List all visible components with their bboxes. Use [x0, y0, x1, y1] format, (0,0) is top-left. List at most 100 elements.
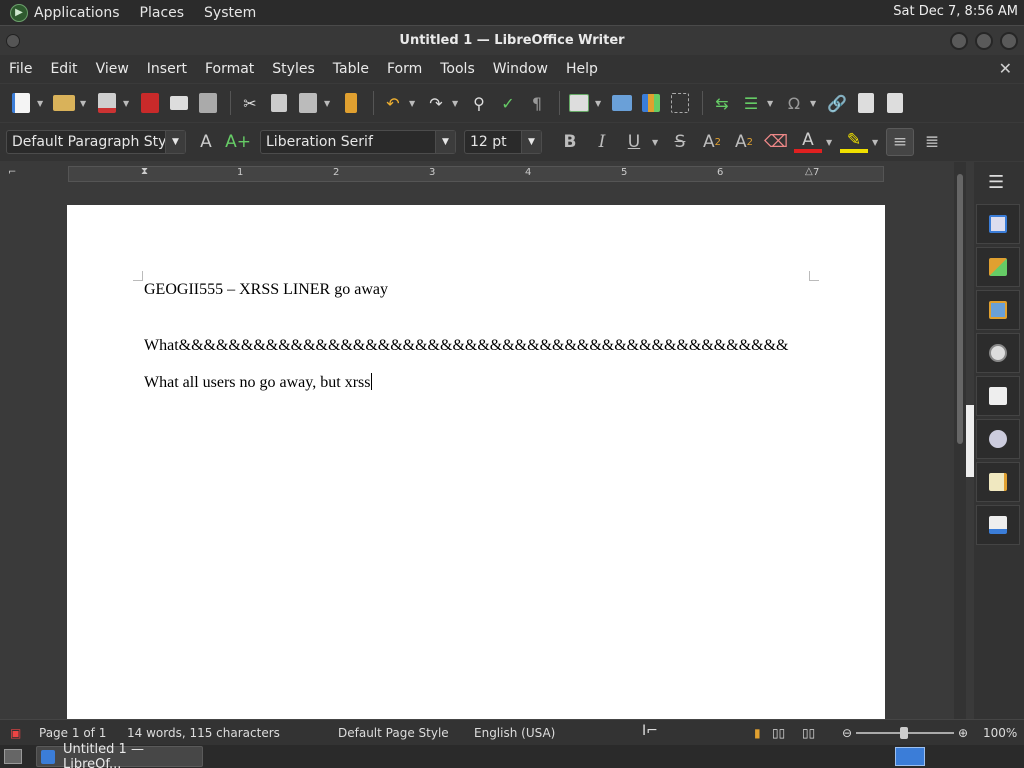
minimize-button[interactable] [950, 32, 968, 50]
left-indent-marker-icon[interactable]: ⧗ [141, 166, 148, 177]
menu-form[interactable]: Form [378, 61, 431, 77]
text-language[interactable]: English (USA) [474, 726, 555, 740]
special-character-icon[interactable]: Ω [781, 90, 807, 116]
document-modified-icon[interactable]: ▣ [10, 726, 21, 740]
menu-edit[interactable]: Edit [41, 61, 86, 77]
menu-view[interactable]: View [87, 61, 138, 77]
maximize-button[interactable] [975, 32, 993, 50]
menu-styles[interactable]: Styles [263, 61, 323, 77]
sidebar-collapse-handle[interactable] [966, 405, 974, 477]
update-style-icon[interactable]: A [192, 128, 220, 156]
insert-endnote-icon[interactable] [882, 90, 908, 116]
open-folder-icon[interactable] [51, 90, 77, 116]
special-char-dropdown-icon[interactable]: ▼ [810, 99, 818, 108]
sidebar-gallery-tab[interactable] [976, 290, 1020, 330]
zoom-slider-handle[interactable] [900, 727, 908, 739]
document-area[interactable]: GEOGII555 – XRSS LINER go away What&&&&&… [0, 186, 954, 719]
document-page[interactable]: GEOGII555 – XRSS LINER go away What&&&&&… [67, 205, 885, 719]
print-preview-icon[interactable] [195, 90, 221, 116]
new-document-icon[interactable] [8, 90, 34, 116]
insert-mode-icon[interactable]: I⌐ [642, 723, 658, 739]
chevron-down-icon[interactable]: ▼ [165, 131, 185, 153]
page-count[interactable]: Page 1 of 1 [39, 726, 106, 740]
scrollbar-thumb[interactable] [957, 174, 963, 444]
menu-format[interactable]: Format [196, 61, 263, 77]
word-count[interactable]: 14 words, 115 characters [127, 726, 280, 740]
new-dropdown-icon[interactable]: ▼ [37, 99, 45, 108]
formatting-marks-icon[interactable]: ¶ [524, 90, 550, 116]
zoom-out-icon[interactable]: ⊖ [842, 726, 852, 740]
font-color-dropdown-icon[interactable]: ▼ [826, 138, 834, 147]
clear-formatting-icon[interactable]: ⌫ [762, 128, 790, 156]
find-replace-icon[interactable]: ⚲ [466, 90, 492, 116]
workspace-switcher[interactable] [895, 747, 925, 766]
sidebar-menu-icon[interactable]: ☰ [988, 172, 1004, 193]
menu-insert[interactable]: Insert [138, 61, 196, 77]
close-window-button[interactable] [1000, 32, 1018, 50]
panel-clock[interactable]: Sat Dec 7, 8:56 AM [893, 4, 1018, 19]
sidebar-page-tab[interactable] [976, 376, 1020, 416]
spelling-icon[interactable]: ✓ [495, 90, 521, 116]
clone-formatting-icon[interactable] [338, 90, 364, 116]
redo-icon[interactable]: ↷ [423, 90, 449, 116]
sidebar-manage-changes-tab[interactable] [976, 462, 1020, 502]
undo-dropdown-icon[interactable]: ▼ [409, 99, 417, 108]
page-style[interactable]: Default Page Style [338, 726, 449, 740]
align-center-icon[interactable]: ≣ [918, 128, 946, 156]
paste-icon[interactable] [295, 90, 321, 116]
underline-icon[interactable]: U [620, 128, 648, 156]
multi-page-view-icon[interactable]: ▯▯ [772, 726, 785, 740]
save-icon[interactable] [94, 90, 120, 116]
paste-dropdown-icon[interactable]: ▼ [324, 99, 332, 108]
insert-chart-icon[interactable] [638, 90, 664, 116]
table-dropdown-icon[interactable]: ▼ [595, 99, 603, 108]
insert-table-icon[interactable] [566, 90, 592, 116]
menu-file[interactable]: File [0, 61, 41, 77]
export-pdf-icon[interactable] [137, 90, 163, 116]
copy-icon[interactable] [266, 90, 292, 116]
horizontal-ruler[interactable]: 1 2 3 4 5 6 7 ⧗ △ [68, 166, 884, 182]
zoom-in-icon[interactable]: ⊕ [958, 726, 968, 740]
chevron-down-icon[interactable]: ▼ [435, 131, 455, 153]
panel-menu-applications[interactable]: Applications [34, 5, 120, 21]
italic-icon[interactable]: I [588, 128, 616, 156]
document-paragraph[interactable]: GEOGII555 – XRSS LINER go away [144, 281, 388, 299]
insert-footnote-icon[interactable] [853, 90, 879, 116]
menu-window[interactable]: Window [484, 61, 557, 77]
insert-hyperlink-icon[interactable]: 🔗 [824, 90, 850, 116]
highlight-dropdown-icon[interactable]: ▼ [872, 138, 880, 147]
font-name-select[interactable]: Liberation Serif ▼ [260, 130, 456, 154]
undo-icon[interactable]: ↶ [380, 90, 406, 116]
panel-menu-places[interactable]: Places [140, 5, 185, 21]
strikethrough-icon[interactable]: S [666, 128, 694, 156]
highlight-color-icon[interactable]: ✎ [840, 130, 868, 153]
menu-help[interactable]: Help [557, 61, 607, 77]
font-color-icon[interactable]: A [794, 130, 822, 153]
field-dropdown-icon[interactable]: ▼ [767, 99, 775, 108]
window-titlebar[interactable]: Untitled 1 — LibreOffice Writer [0, 25, 1024, 55]
distro-logo-icon[interactable]: ▶ [10, 3, 28, 22]
right-indent-marker-icon[interactable]: △ [805, 166, 813, 177]
cut-icon[interactable]: ✂ [237, 90, 263, 116]
book-view-icon[interactable]: ▯▯ [802, 726, 815, 740]
save-dropdown-icon[interactable]: ▼ [123, 99, 131, 108]
new-style-icon[interactable]: A+ [224, 128, 252, 156]
taskbar-window-button[interactable]: Untitled 1 — LibreOf... [36, 742, 203, 768]
redo-dropdown-icon[interactable]: ▼ [452, 99, 460, 108]
open-dropdown-icon[interactable]: ▼ [80, 99, 88, 108]
sidebar-accessibility-tab[interactable] [976, 505, 1020, 545]
align-left-icon[interactable]: ≡ [886, 128, 914, 156]
print-icon[interactable] [166, 90, 192, 116]
insert-field-icon[interactable]: ☰ [738, 90, 764, 116]
document-paragraph-current[interactable]: What all users no go away, but xrss [144, 373, 373, 392]
font-size-select[interactable]: 12 pt ▼ [464, 130, 542, 154]
sidebar-style-inspector-tab[interactable] [976, 419, 1020, 459]
show-desktop-icon[interactable] [4, 749, 22, 764]
subscript-icon[interactable]: A2 [730, 128, 758, 156]
paragraph-style-select[interactable]: Default Paragraph Style ▼ [6, 130, 186, 154]
sidebar-navigator-tab[interactable] [976, 333, 1020, 373]
menu-table[interactable]: Table [324, 61, 378, 77]
underline-dropdown-icon[interactable]: ▼ [652, 138, 660, 147]
sidebar-styles-tab[interactable] [976, 247, 1020, 287]
chevron-down-icon[interactable]: ▼ [521, 131, 541, 153]
